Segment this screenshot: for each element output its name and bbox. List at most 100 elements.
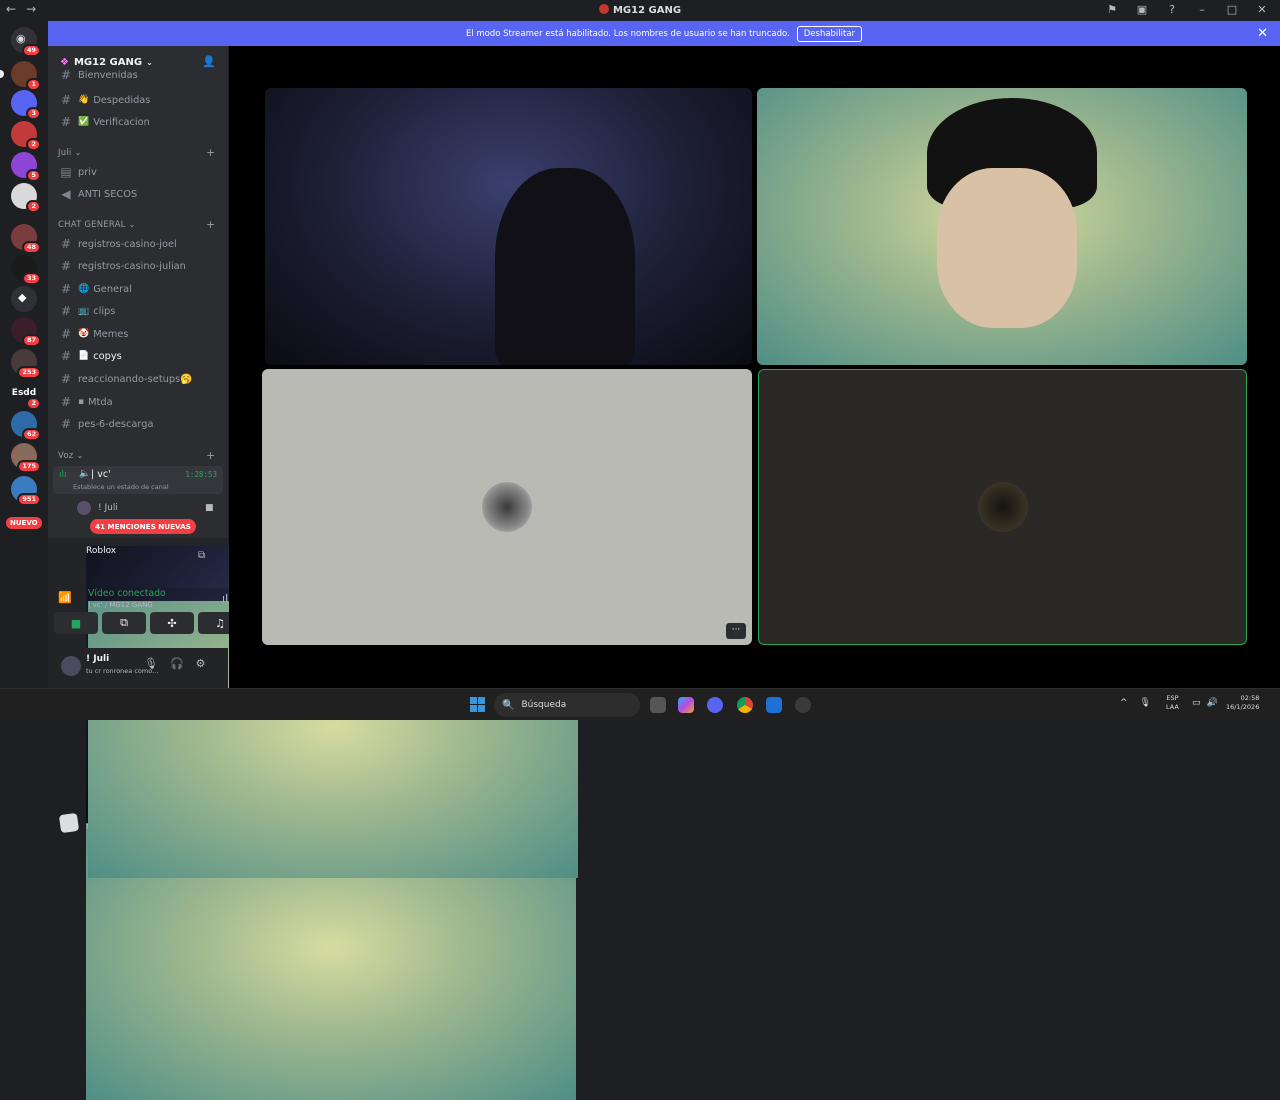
flag-icon[interactable]: ⚑ [1104,3,1120,16]
hash-icon: # [60,372,72,386]
voice-user[interactable]: ! Juli ■ [77,501,214,515]
microphone-icon[interactable]: 🎙 [1140,698,1151,708]
speaker-icon: 🔈 [79,469,91,479]
category-label: Juli [58,148,72,158]
camera-button[interactable]: ■ [54,612,98,634]
copilot-icon[interactable] [678,697,694,713]
channel-name: clips [93,305,116,317]
badge: 49 [21,44,41,57]
new-mentions-pill[interactable]: 41 MENCIONES NUEVAS [90,519,196,534]
avatar [977,482,1028,532]
disable-button[interactable]: Deshabilitar [796,25,863,42]
category-voz[interactable]: Voz ⌄ + [58,449,215,462]
channel-item[interactable]: # pes-6-descarga [54,414,222,434]
more-options-icon[interactable]: ··· [726,623,746,639]
channel-item[interactable]: # 👋 Despedidas [54,90,222,110]
server-icon[interactable]: 2 [11,121,41,151]
server-icon[interactable]: 1 [11,61,41,91]
add-channel-icon[interactable]: + [206,449,215,462]
video-tile[interactable] [757,88,1247,365]
channel-name: pes-6-descarga [78,418,154,430]
monitor-icon[interactable]: ▣ [1134,3,1150,16]
channel-item[interactable]: # 📺 clips [54,301,222,321]
help-icon[interactable]: ? [1164,3,1180,16]
home-server[interactable]: ◉ 49 [11,27,41,57]
maximize-icon[interactable]: □ [1224,3,1240,16]
video-tile-avatar[interactable]: ··· [262,369,752,645]
language-indicator[interactable]: ESP LAA [1166,694,1179,712]
category-chat-general[interactable]: CHAT GENERAL ⌄ + [58,218,215,231]
new-servers-pill[interactable]: NUEVO [6,517,42,529]
server-icon[interactable]: 951 [11,476,41,506]
badge: 253 [17,366,41,379]
invite-people-icon[interactable]: 👤 [202,55,216,68]
app-icon[interactable] [795,697,811,713]
category-juli[interactable]: Juli ⌄ + [58,146,215,159]
chevron-up-icon[interactable]: ^ [1120,698,1128,708]
avatar[interactable] [61,656,81,676]
video-tile[interactable] [265,88,752,365]
app-icon[interactable] [766,697,782,713]
chevron-down-icon: ⌄ [146,57,153,67]
channel-item[interactable]: # 📄 copys [54,346,222,366]
settings-gear-icon[interactable]: ⚙ [196,657,206,670]
minimize-icon[interactable]: – [1194,3,1210,16]
windows-start-icon[interactable] [470,697,485,712]
server-icon[interactable]: ◆ [11,286,37,312]
call-timer: 1:28:53 [185,470,217,479]
channel-item[interactable]: # ▪ Mtda [54,392,222,412]
clock[interactable]: 02:58 16/1/2026 [1226,694,1259,712]
screen-share-button[interactable]: ⧉ [102,612,146,634]
channel-item[interactable]: # registros-casino-joel [54,234,222,254]
badge: 33 [21,272,41,285]
share-screen-icon[interactable]: ⧉ [198,550,205,561]
hash-icon: # [60,395,72,409]
badge: 175 [17,460,41,473]
channel-item[interactable]: # 🤡 Memes [54,324,222,344]
status-icons[interactable]: ▭ 🔊 [1192,698,1218,708]
server-icon[interactable]: 87 [11,317,41,347]
task-view-icon[interactable] [650,697,666,713]
channel-name: copys [93,350,122,362]
server-icon[interactable]: 2 [11,183,41,213]
avatar [77,501,91,515]
lang-line: ESP [1166,694,1179,702]
voice-channel[interactable]: ılı 🔈 | vc' 1:28:53 Establece un estado … [53,466,223,494]
badge: 2 [26,397,41,410]
close-window-icon[interactable]: ✕ [1254,3,1270,16]
clock-date: 16/1/2026 [1226,703,1260,711]
channel-item[interactable]: # reaccionando-setups🥱 [54,369,222,389]
server-icon[interactable]: 5 [11,152,41,182]
close-banner-icon[interactable]: ✕ [1257,26,1268,41]
microphone-icon[interactable]: 🎙 [144,657,158,670]
mtda-emoji-icon: ▪ [78,397,85,407]
channel-item[interactable]: ▤ priv [54,162,222,182]
server-icon[interactable]: 3 [11,90,41,120]
discord-icon[interactable] [707,697,723,713]
server-icon[interactable]: 175 [11,443,41,473]
badge: 1 [26,78,41,91]
server-icon[interactable]: 62 [11,411,41,441]
video-tile-avatar-speaking[interactable] [758,369,1247,645]
add-channel-icon[interactable]: + [206,218,215,231]
user-name[interactable]: ! Juli [86,654,109,664]
headphones-icon[interactable]: 🎧 [170,657,184,670]
boost-icon: ❖ [60,56,69,68]
channel-item[interactable]: # ✅ Verificacion [54,112,222,132]
server-icon[interactable]: 48 [11,224,41,254]
channel-item[interactable]: # registros-casino-julian [54,256,222,276]
channel-item[interactable]: # Bienvenidas [54,68,222,82]
activities-button[interactable]: ✣ [150,612,194,634]
server-esdd[interactable]: Esdd 2 [11,380,41,410]
add-channel-icon[interactable]: + [206,146,215,159]
taskbar-search[interactable]: 🔍 Búsqueda [494,693,640,717]
signal-icon: 📶 [58,591,72,604]
channel-item[interactable]: # 🌐 General [54,279,222,299]
channel-item[interactable]: ◀ ANTI SECOS [54,184,222,204]
chrome-icon[interactable] [737,697,753,713]
server-icon[interactable]: 253 [11,349,41,379]
server-list: ◉ 49 1 3 2 5 2 48 33 ◆ 87 253 Esdd 2 62 17… [0,21,48,688]
set-channel-status[interactable]: Establece un estado de canal [73,483,169,491]
server-icon[interactable]: 33 [11,255,41,285]
globe-emoji-icon: 🌐 [78,284,90,294]
